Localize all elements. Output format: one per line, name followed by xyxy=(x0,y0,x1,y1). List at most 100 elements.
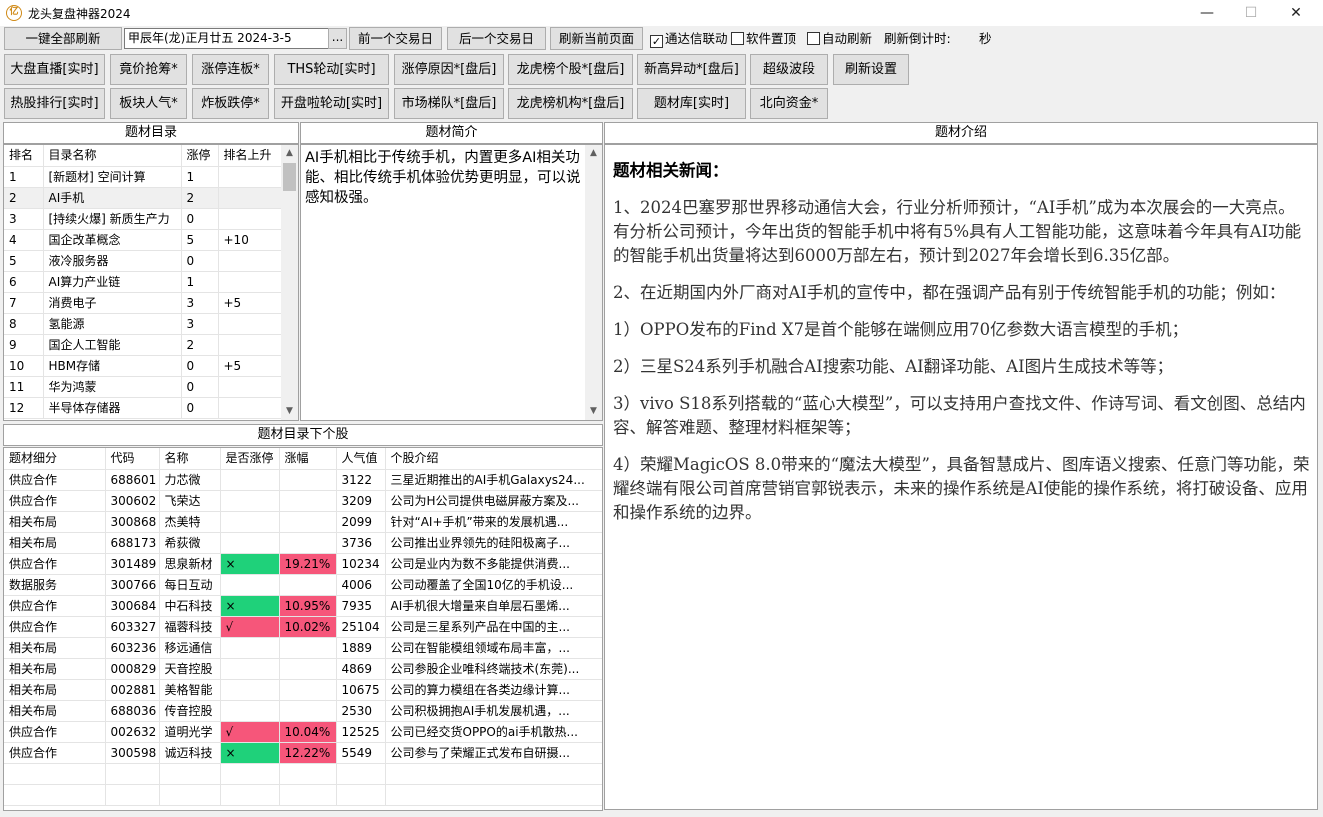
nav-auction[interactable]: 竟价抢筹* xyxy=(110,54,187,85)
catalog-row[interactable]: 7 消费电子 3 +5 xyxy=(4,292,284,314)
intro-paragraph: 1、2024巴塞罗那世界移动通信大会，行业分析师预计，“AI手机”成为本次展会的… xyxy=(613,198,1302,265)
nav-dragon-tiger-stocks[interactable]: 龙虎榜个股*[盘后] xyxy=(508,54,633,85)
stock-cell xyxy=(220,763,280,785)
catalog-cell: 1 xyxy=(181,271,219,293)
catalog-scrollbar[interactable]: ▲ ▼ xyxy=(281,145,298,420)
intro-panel[interactable]: 题材相关新闻： 1、2024巴塞罗那世界移动通信大会，行业分析师预计，“AI手机… xyxy=(604,144,1318,810)
stock-row[interactable]: 相关布局 000829 天音控股 4869 公司参股企业唯科终端技术(东莞)... xyxy=(4,658,602,680)
stock-cell xyxy=(220,700,280,722)
catalog-row[interactable]: 6 AI算力产业链 1 xyxy=(4,271,284,293)
stock-cell: 公司参股企业唯科终端技术(东莞)... xyxy=(385,658,602,680)
catalog-column-header[interactable]: 涨停 xyxy=(181,145,219,167)
tdx-link-checkbox[interactable]: ✓ 通达信联动 xyxy=(650,31,728,48)
stocks-column-header[interactable]: 涨幅 xyxy=(279,448,337,470)
stock-row[interactable]: 相关布局 688036 传音控股 2530 公司积极拥抱AI手机发展机遇，... xyxy=(4,700,602,722)
catalog-row[interactable]: 2 AI手机 2 xyxy=(4,187,284,209)
next-trading-day-button[interactable]: 后一个交易日 xyxy=(447,27,546,50)
stock-cell: 300684 xyxy=(105,595,160,617)
date-picker-button[interactable]: ... xyxy=(328,28,347,49)
check-icon: ✓ xyxy=(650,35,663,48)
close-button[interactable]: ✕ xyxy=(1273,0,1319,26)
stock-row[interactable]: 相关布局 688173 希荻微 3736 公司推出业界领先的硅阳极离子... xyxy=(4,532,602,554)
nav-market-live[interactable]: 大盘直播[实时] xyxy=(4,54,105,85)
nav-theme-library[interactable]: 题材库[实时] xyxy=(637,88,746,119)
nav-refresh-settings[interactable]: 刷新设置 xyxy=(833,54,909,85)
scroll-thumb[interactable] xyxy=(283,163,296,191)
stocks-column-header[interactable]: 名称 xyxy=(159,448,221,470)
stocks-column-header[interactable]: 人气值 xyxy=(336,448,386,470)
catalog-list[interactable]: 排名 目录名称 涨停 排名上升 1 [新题材] 空间计算 1 2 AI手机 2 3 [持续火爆]… xyxy=(3,144,299,421)
stocks-table: 题材细分 代码 名称 是否涨停 涨幅 人气值 个股介绍 供应合作 688601 力芯微 3122 三… xyxy=(4,448,602,806)
nav-market-tier[interactable]: 市场梯队*[盘后] xyxy=(394,88,504,119)
nav-limit-up-reason[interactable]: 涨停原因*[盘后] xyxy=(394,54,504,85)
stocks-column-header[interactable]: 是否涨停 xyxy=(220,448,280,470)
stock-row[interactable]: 供应合作 002632 道明光学 √ 10.04% 12525 公司已经交货OPPO的ai手… xyxy=(4,721,602,743)
stock-row[interactable]: 供应合作 300598 诚迈科技 × 12.22% 5549 公司参与了荣耀正式发布自研摄.… xyxy=(4,742,602,764)
nav-new-high[interactable]: 新高异动*[盘后] xyxy=(637,54,746,85)
stock-cell: 603327 xyxy=(105,616,160,638)
summary-panel[interactable]: AI手机相比于传统手机，内置更多AI相关功能、相比传统手机体验优势更明显，可以说… xyxy=(300,144,603,421)
nav-northbound-funds[interactable]: 北向资金* xyxy=(750,88,828,119)
stock-cell: 公司在智能模组领域布局丰富，... xyxy=(385,637,602,659)
refresh-page-button[interactable]: 刷新当前页面 xyxy=(550,27,643,50)
stock-cell: 688036 xyxy=(105,700,160,722)
nav-limit-up-streak[interactable]: 涨停连板* xyxy=(192,54,269,85)
maximize-button[interactable]: ☐ xyxy=(1228,0,1274,26)
scroll-up-icon[interactable]: ▲ xyxy=(281,145,298,162)
scroll-down-icon[interactable]: ▼ xyxy=(281,403,298,420)
stocks-column-header[interactable]: 题材细分 xyxy=(4,448,106,470)
scroll-up-icon[interactable]: ▲ xyxy=(585,145,602,162)
stock-row[interactable]: 供应合作 300684 中石科技 × 10.95% 7935 AI手机很大增量来自单层石墨烯… xyxy=(4,595,602,617)
catalog-row[interactable]: 12 半导体存储器 0 xyxy=(4,397,284,419)
catalog-cell: AI手机 xyxy=(43,187,182,209)
catalog-row[interactable]: 10 HBM存储 0 +5 xyxy=(4,355,284,377)
catalog-cell xyxy=(218,397,284,419)
nav-ths-rotation[interactable]: THS轮动[实时] xyxy=(274,54,389,85)
nav-kaipanla-rotation[interactable]: 开盘啦轮动[实时] xyxy=(274,88,389,119)
catalog-row[interactable]: 5 液冷服务器 0 xyxy=(4,250,284,272)
stock-row[interactable]: 供应合作 300602 飞荣达 3209 公司为H公司提供电磁屏蔽方案及... xyxy=(4,490,602,512)
catalog-cell: +5 xyxy=(218,292,284,314)
summary-text: AI手机相比于传统手机，内置更多AI相关功能、相比传统手机体验优势更明显，可以说… xyxy=(305,150,581,206)
stocks-grid[interactable]: 题材细分 代码 名称 是否涨停 涨幅 人气值 个股介绍 供应合作 688601 力芯微 3122 三… xyxy=(3,447,603,811)
stock-cell xyxy=(279,784,337,806)
catalog-row[interactable]: 3 [持续火爆] 新质生产力 0 xyxy=(4,208,284,230)
minimize-button[interactable]: — xyxy=(1184,0,1230,26)
catalog-row[interactable]: 9 国企人工智能 2 xyxy=(4,334,284,356)
stock-row[interactable]: 数据服务 300766 每日互动 4006 公司动覆盖了全国10亿的手机设... xyxy=(4,574,602,596)
date-input[interactable]: 甲辰年(龙)正月廿五 2024-3-5 xyxy=(124,28,329,49)
refresh-all-button[interactable]: 一键全部刷新 xyxy=(4,27,122,50)
stock-cell: 供应合作 xyxy=(4,721,106,743)
stock-cell xyxy=(105,763,160,785)
stock-cell: 1889 xyxy=(336,637,386,659)
pin-top-checkbox[interactable]: 软件置顶 xyxy=(731,31,796,47)
catalog-row[interactable]: 8 氢能源 3 xyxy=(4,313,284,335)
stock-cell xyxy=(336,763,386,785)
stock-row[interactable]: 供应合作 301489 思泉新材 × 19.21% 10234 公司是业内为数不多能提供消费… xyxy=(4,553,602,575)
stock-cell: 12525 xyxy=(336,721,386,743)
stock-row[interactable]: 相关布局 603236 移远通信 1889 公司在智能模组领域布局丰富，... xyxy=(4,637,602,659)
nav-broken-limit[interactable]: 炸板跌停* xyxy=(192,88,269,119)
catalog-row[interactable]: 1 [新题材] 空间计算 1 xyxy=(4,166,284,188)
nav-sector-popularity[interactable]: 板块人气* xyxy=(110,88,187,119)
auto-refresh-checkbox[interactable]: 自动刷新 xyxy=(807,31,872,47)
nav-super-band[interactable]: 超级波段 xyxy=(750,54,828,85)
nav-dragon-tiger-institutions[interactable]: 龙虎榜机构*[盘后] xyxy=(508,88,633,119)
stock-row[interactable]: 供应合作 688601 力芯微 3122 三星近期推出的AI手机Galaxys24... xyxy=(4,469,602,491)
summary-scrollbar[interactable]: ▲ ▼ xyxy=(585,145,602,420)
scroll-down-icon[interactable]: ▼ xyxy=(585,403,602,420)
catalog-row[interactable]: 11 华为鸿蒙 0 xyxy=(4,376,284,398)
stock-cell: 4006 xyxy=(336,574,386,596)
stock-row[interactable]: 供应合作 603327 福蓉科技 √ 10.02% 25104 公司是三星系列产品在中国的主… xyxy=(4,616,602,638)
stock-row[interactable]: 相关布局 300868 杰美特 2099 针对“AI+手机”带来的发展机遇... xyxy=(4,511,602,533)
nav-hot-stock-rank[interactable]: 热股排行[实时] xyxy=(4,88,105,119)
stock-cell xyxy=(220,658,280,680)
stocks-column-header[interactable]: 代码 xyxy=(105,448,160,470)
stocks-column-header[interactable]: 个股介绍 xyxy=(385,448,602,470)
catalog-column-header[interactable]: 排名 xyxy=(4,145,44,167)
prev-trading-day-button[interactable]: 前一个交易日 xyxy=(349,27,442,50)
catalog-column-header[interactable]: 排名上升 xyxy=(218,145,284,167)
catalog-column-header[interactable]: 目录名称 xyxy=(43,145,182,167)
stock-row[interactable]: 相关布局 002881 美格智能 10675 公司的算力模组在各类边缘计算... xyxy=(4,679,602,701)
catalog-row[interactable]: 4 国企改革概念 5 +10 xyxy=(4,229,284,251)
